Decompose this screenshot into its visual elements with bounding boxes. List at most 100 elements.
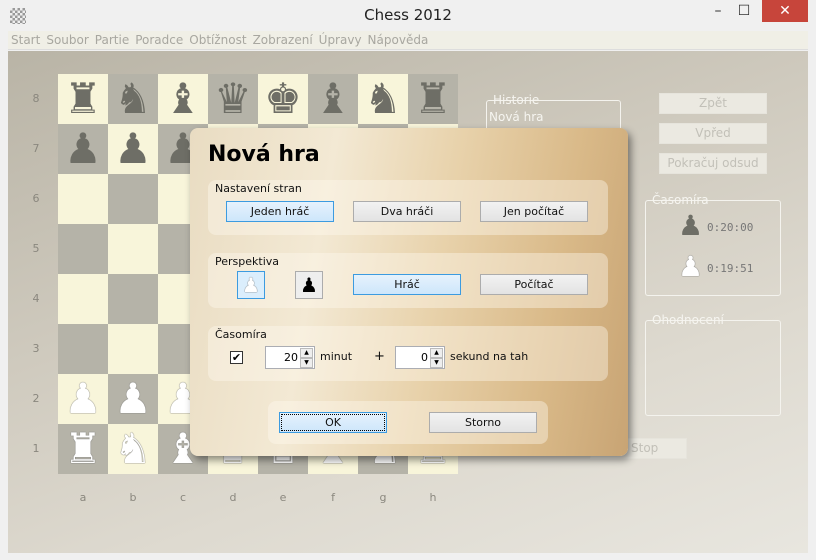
one-player-button[interactable]: Jeden hráč — [226, 201, 334, 222]
cancel-button[interactable]: Storno — [429, 412, 537, 433]
white-pawn-icon[interactable]: ♟ — [237, 271, 265, 299]
file-label: c — [179, 491, 187, 504]
maximize-button[interactable]: ☐ — [728, 0, 760, 22]
black-piece-icon[interactable]: ♛ — [214, 74, 252, 124]
square-e8[interactable]: ♚ — [258, 74, 308, 124]
square-a3[interactable] — [58, 324, 108, 374]
clock-settings-panel: Časomíra ✔ 20 ▲ ▼ minut + 0 ▲ ▼ sekund n… — [208, 326, 608, 381]
menu-item-4[interactable]: Obtížnost — [186, 31, 249, 49]
square-h8[interactable]: ♜ — [408, 74, 458, 124]
square-d8[interactable]: ♛ — [208, 74, 258, 124]
forward-button[interactable]: Vpřed — [659, 123, 767, 144]
menu-item-1[interactable]: Soubor — [43, 31, 91, 49]
player-perspective-button[interactable]: Hráč — [353, 274, 461, 295]
evaluation-panel: Ohodnocení — [645, 313, 781, 416]
menu-item-7[interactable]: Nápověda — [365, 31, 432, 49]
file-label: a — [79, 491, 87, 504]
white-pawn-icon: ♟ — [678, 250, 704, 283]
perspective-panel: Perspektiva ♟ ♟ Hráč Počítač — [208, 253, 608, 308]
new-game-dialog: Nová hra Nastavení stran Jeden hráč Dva … — [190, 128, 628, 456]
evaluation-label: Ohodnocení — [652, 313, 724, 327]
square-b3[interactable] — [108, 324, 158, 374]
rank-label: 7 — [32, 142, 40, 155]
seconds-up-arrow-icon[interactable]: ▲ — [430, 348, 443, 358]
seconds-label: sekund na tah — [450, 350, 529, 363]
close-button[interactable]: ✕ — [762, 0, 808, 22]
history-label: Historie — [493, 93, 540, 107]
square-c8[interactable]: ♝ — [158, 74, 208, 124]
menu-item-3[interactable]: Poradce — [132, 31, 186, 49]
minutes-up-arrow-icon[interactable]: ▲ — [300, 348, 313, 358]
square-a4[interactable] — [58, 274, 108, 324]
black-piece-icon[interactable]: ♟ — [64, 124, 102, 174]
minutes-down-arrow-icon[interactable]: ▼ — [300, 358, 313, 368]
square-a5[interactable] — [58, 224, 108, 274]
square-b5[interactable] — [108, 224, 158, 274]
square-a2[interactable]: ♟ — [58, 374, 108, 424]
square-b1[interactable]: ♞ — [108, 424, 158, 474]
square-f8[interactable]: ♝ — [308, 74, 358, 124]
plus-sign: + — [374, 349, 385, 364]
clock-panel: Časomíra — [645, 193, 781, 296]
rank-label: 6 — [32, 192, 40, 205]
square-b6[interactable] — [108, 174, 158, 224]
menu-bar: Start Soubor Partie Poradce Obtížnost Zobraze… — [8, 31, 808, 50]
minutes-value: 20 — [284, 351, 298, 364]
seconds-down-arrow-icon[interactable]: ▼ — [430, 358, 443, 368]
square-b4[interactable] — [108, 274, 158, 324]
menu-item-5[interactable]: Zobrazení — [250, 31, 316, 49]
white-piece-icon[interactable]: ♟ — [64, 374, 102, 424]
rank-label: 2 — [32, 392, 40, 405]
clock-label: Časomíra — [652, 193, 709, 207]
dialog-title: Nová hra — [208, 142, 320, 167]
square-g8[interactable]: ♞ — [358, 74, 408, 124]
white-piece-icon[interactable]: ♜ — [64, 424, 102, 474]
history-item[interactable]: Nová hra — [489, 110, 543, 124]
computer-perspective-button[interactable]: Počítač — [480, 274, 588, 295]
title-bar: Chess 2012 – ☐ ✕ — [0, 0, 816, 30]
sides-panel: Nastavení stran Jeden hráč Dva hráči Jen… — [208, 180, 608, 235]
square-b2[interactable]: ♟ — [108, 374, 158, 424]
rank-label: 8 — [32, 92, 40, 105]
menu-item-6[interactable]: Úpravy — [316, 31, 365, 49]
black-time: 0:20:00 — [707, 221, 754, 234]
ok-button[interactable]: OK — [279, 412, 387, 433]
minutes-spinner[interactable]: 20 ▲ ▼ — [265, 346, 315, 369]
clock-enabled-checkbox[interactable]: ✔ — [230, 351, 243, 364]
sides-label: Nastavení stran — [215, 182, 302, 195]
computer-only-button[interactable]: Jen počítač — [480, 201, 588, 222]
black-piece-icon[interactable]: ♝ — [164, 74, 202, 124]
black-piece-icon[interactable]: ♝ — [314, 74, 352, 124]
white-piece-icon[interactable]: ♟ — [114, 374, 152, 424]
black-piece-icon[interactable]: ♟ — [114, 124, 152, 174]
black-piece-icon[interactable]: ♜ — [414, 74, 452, 124]
black-piece-icon[interactable]: ♞ — [364, 74, 402, 124]
black-pawn-icon[interactable]: ♟ — [295, 271, 323, 299]
square-a1[interactable]: ♜ — [58, 424, 108, 474]
black-piece-icon[interactable]: ♜ — [64, 74, 102, 124]
rank-label: 3 — [32, 342, 40, 355]
seconds-spinner[interactable]: 0 ▲ ▼ — [395, 346, 445, 369]
square-a7[interactable]: ♟ — [58, 124, 108, 174]
square-b7[interactable]: ♟ — [108, 124, 158, 174]
menu-item-0[interactable]: Start — [8, 31, 43, 49]
black-piece-icon[interactable]: ♞ — [114, 74, 152, 124]
square-a8[interactable]: ♜ — [58, 74, 108, 124]
white-piece-icon[interactable]: ♞ — [114, 424, 152, 474]
dialog-buttons-panel: OK Storno — [268, 401, 548, 444]
square-b8[interactable]: ♞ — [108, 74, 158, 124]
white-time: 0:19:51 — [707, 262, 754, 275]
square-a6[interactable] — [58, 174, 108, 224]
file-label: e — [279, 491, 287, 504]
menu-item-2[interactable]: Partie — [92, 31, 132, 49]
black-piece-icon[interactable]: ♚ — [264, 74, 302, 124]
continue-from-here-button[interactable]: Pokračuj odsud — [659, 153, 767, 174]
file-label: d — [229, 491, 237, 504]
clock-settings-label: Časomíra — [215, 328, 267, 341]
back-button[interactable]: Zpět — [659, 93, 767, 114]
window-title: Chess 2012 — [364, 6, 452, 24]
two-players-button[interactable]: Dva hráči — [353, 201, 461, 222]
file-label: g — [379, 491, 387, 504]
minutes-label: minut — [320, 350, 353, 363]
rank-label: 1 — [32, 442, 40, 455]
